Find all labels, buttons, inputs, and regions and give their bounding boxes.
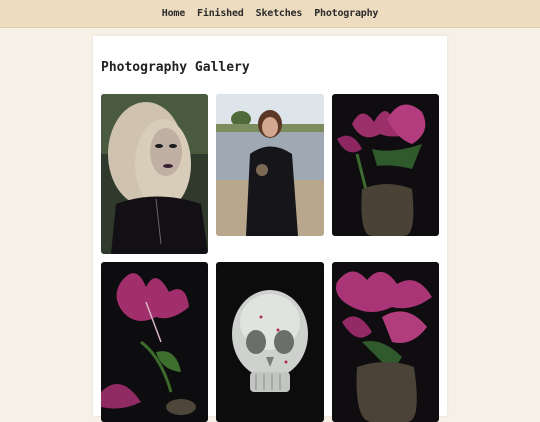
- photo-portrait-blonde-woman[interactable]: [101, 94, 208, 254]
- photo-woman-by-river[interactable]: [216, 94, 324, 236]
- photo-pink-lilies-vase-2[interactable]: [332, 262, 439, 422]
- photo-pink-lilies-vase[interactable]: [332, 94, 439, 236]
- nav-link-home[interactable]: Home: [162, 8, 185, 19]
- nav-link-finished[interactable]: Finished: [197, 8, 244, 19]
- gallery-title: Photography Gallery: [101, 60, 250, 75]
- photo-crystal-skull[interactable]: [216, 262, 324, 422]
- photo-pink-lily-closeup[interactable]: [101, 262, 208, 422]
- top-nav-bar: Home Finished Sketches Photography: [0, 0, 540, 28]
- nav-link-photography[interactable]: Photography: [314, 8, 378, 19]
- gallery-panel: Photography Gallery: [93, 36, 447, 422]
- nav-link-sketches[interactable]: Sketches: [256, 8, 303, 19]
